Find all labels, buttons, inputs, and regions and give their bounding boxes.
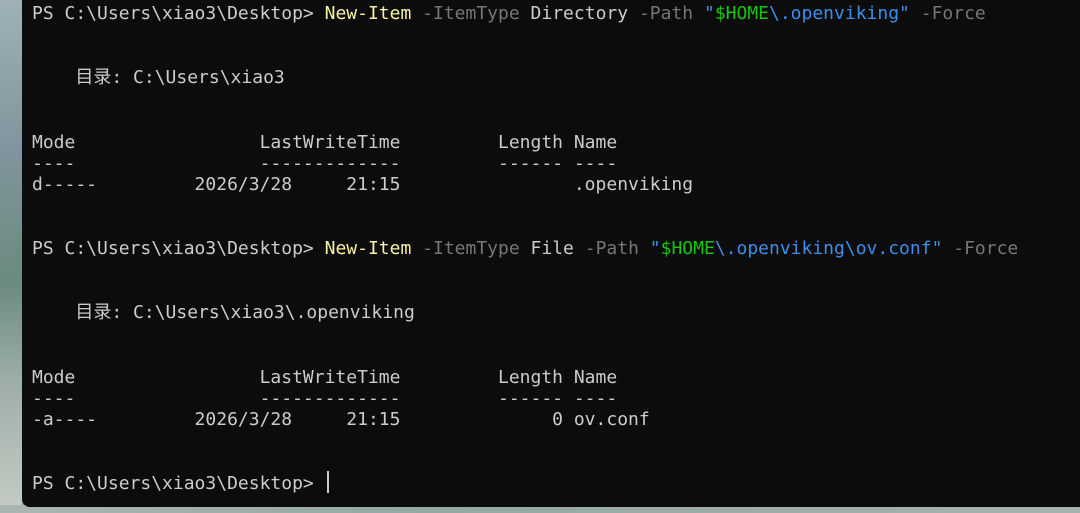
directory-label-2: 目录: C:\Users\xiao3\.openviking (32, 302, 415, 323)
text-cursor (326, 471, 329, 493)
cmdlet-name: New-Item (324, 238, 412, 259)
quote-close: " (899, 3, 910, 24)
home-variable: $HOME (714, 3, 769, 24)
terminal-window[interactable]: PS C:\Users\xiao3\Desktop> New-Item -Ite… (22, 0, 1080, 507)
quote-close: " (931, 238, 943, 259)
command-line-1: PS C:\Users\xiao3\Desktop> New-Item -Ite… (32, 1, 986, 27)
itemtype-value: Directory (530, 3, 629, 24)
path-string: \.openviking (769, 3, 900, 24)
command-line-3[interactable]: PS C:\Users\xiao3\Desktop> (32, 471, 329, 497)
desktop-wallpaper-edge (0, 0, 22, 513)
table-row: d----- 2026/3/28 21:15 .openviking (32, 174, 694, 195)
param-path: -Path (584, 238, 639, 259)
quote-open: " (649, 238, 661, 259)
param-force: -Force (920, 3, 986, 24)
path-string: \.openviking\ov.conf (714, 238, 932, 259)
cmdlet-name: New-Item (324, 3, 412, 24)
param-force: -Force (953, 238, 1019, 259)
prompt: PS C:\Users\xiao3\Desktop> (32, 3, 325, 24)
param-path: -Path (638, 3, 694, 24)
command-line-2: PS C:\Users\xiao3\Desktop> New-Item -Ite… (32, 236, 1018, 262)
itemtype-value: File (530, 238, 574, 259)
param-itemtype: -ItemType (422, 3, 520, 24)
directory-label-1: 目录: C:\Users\xiao3 (32, 67, 285, 88)
prompt: PS C:\Users\xiao3\Desktop> (32, 473, 325, 494)
table-row: -a---- 2026/3/28 21:15 0 ov.conf (32, 409, 650, 430)
quote-open: " (703, 3, 715, 24)
home-variable: $HOME (660, 238, 715, 259)
prompt: PS C:\Users\xiao3\Desktop> (32, 238, 325, 259)
param-itemtype: -ItemType (422, 238, 520, 259)
